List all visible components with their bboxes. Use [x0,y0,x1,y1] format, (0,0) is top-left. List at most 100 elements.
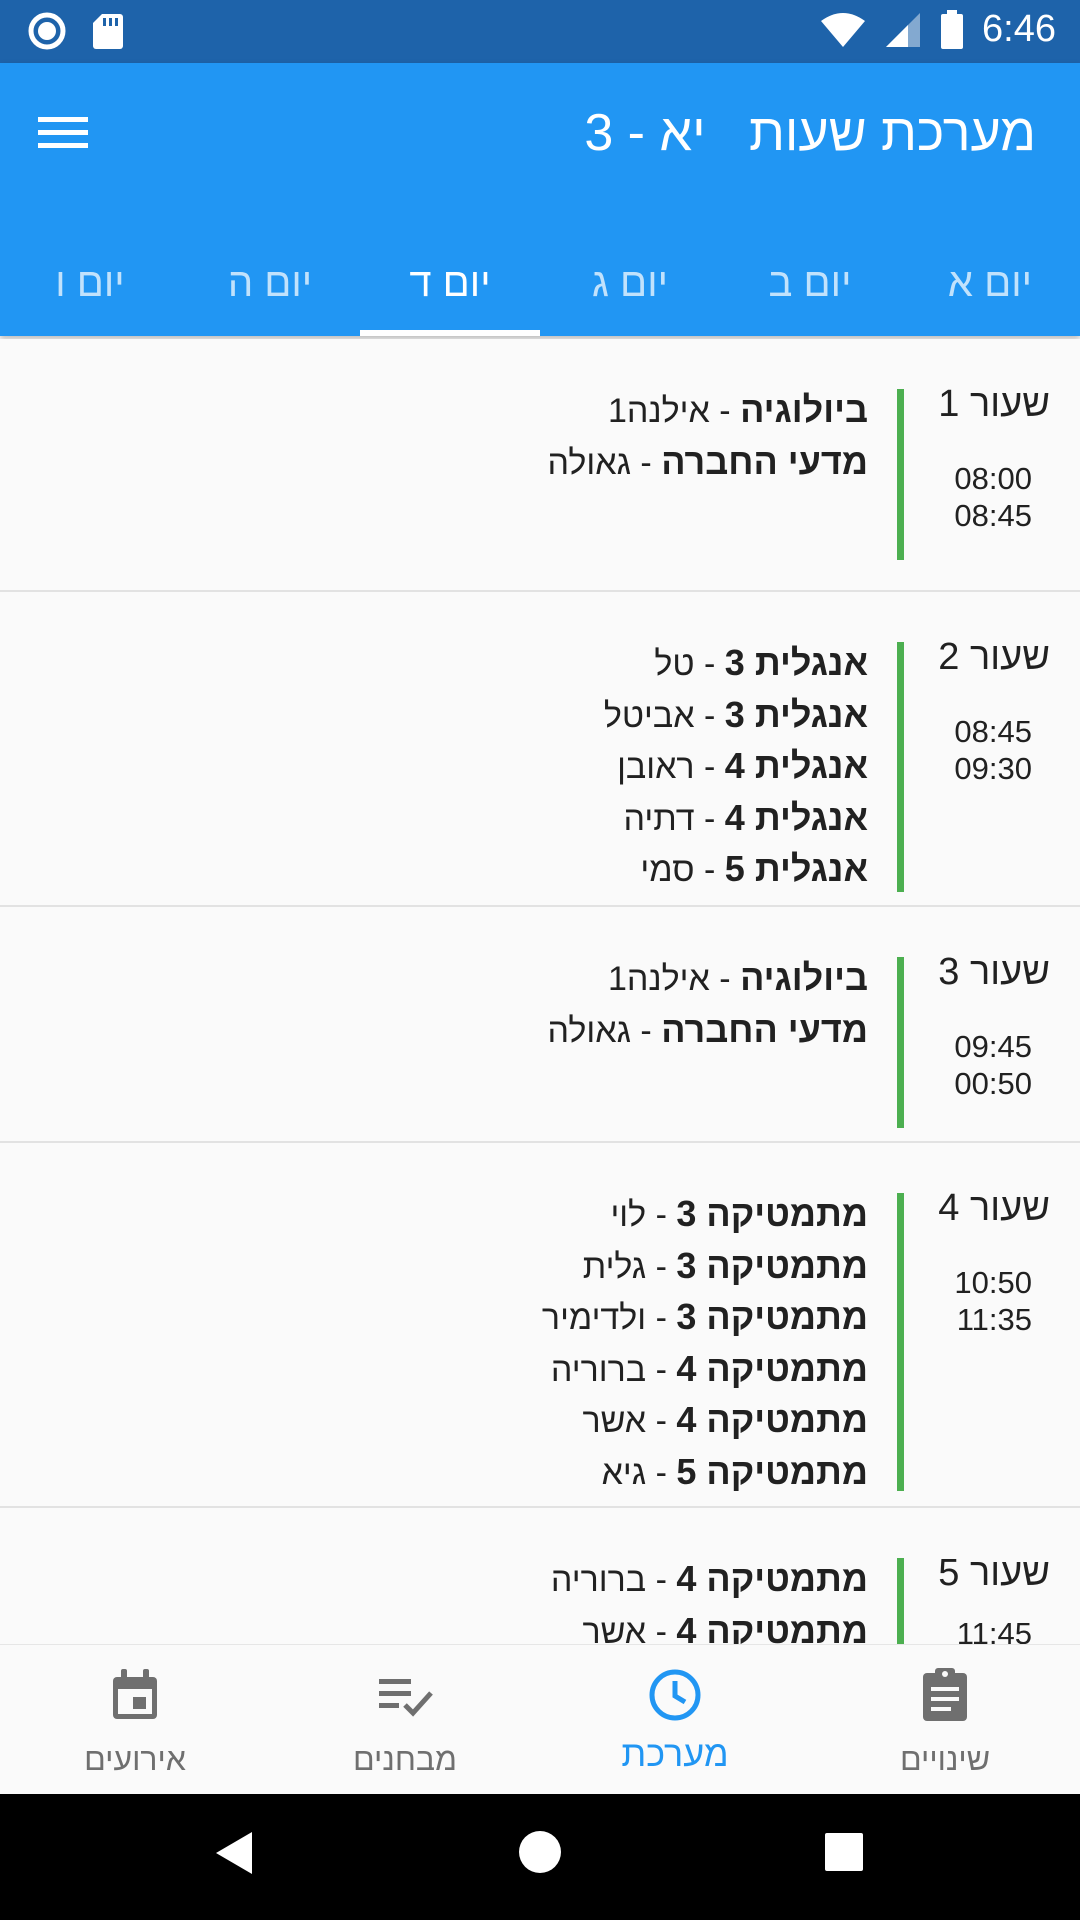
period-end-time: 08:45 [954,498,1032,533]
checklist-icon [379,1679,433,1717]
recents-icon[interactable] [824,1832,864,1872]
lesson-teacher: אילנה1 [607,960,710,998]
cell-signal-icon [886,12,921,47]
tab-day-a[interactable]: יום א [900,238,1080,336]
period-start-time: 08:00 [954,461,1032,496]
period-lessons: מתמטיקה 3 - לוי מתמטיקה 3 - גלית מתמטיקה… [542,1189,868,1499]
lesson-subject: אנגלית 3 [724,693,868,735]
period-indicator-bar [897,957,904,1128]
back-icon[interactable] [212,1828,256,1878]
system-navigation-bar [0,1794,1080,1920]
lesson-subject: ביולוגיה [740,389,868,430]
nav-exams-label: מבחנים [352,1741,457,1777]
day-tabs: יום א יום ב יום ג יום ד יום ה יום ו [0,238,1080,336]
lesson-separator: - [630,1011,662,1050]
menu-button[interactable] [30,105,96,159]
lesson-separator: - [646,1561,677,1599]
lesson-subject: מתמטיקה 4 [676,1347,868,1389]
lesson-item: מתמטיקה 5 - גיא [542,1447,868,1499]
lesson-separator: - [646,1196,677,1234]
lesson-subject: מתמטיקה 4 [676,1558,868,1599]
lesson-separator: - [694,851,725,890]
lesson-teacher: גלית [582,1247,647,1286]
lesson-teacher: אביטל [603,696,695,735]
nav-schedule-label: מערכת [621,1733,729,1774]
lesson-separator: - [694,799,725,838]
lesson-separator: - [646,1350,677,1389]
period-label: שעור 1 [938,383,1050,425]
lesson-separator: - [646,1247,677,1286]
wifi-icon [821,12,866,47]
app-bar: מערכת שעות יא - 3 יום א יום ב יום ג יום … [0,63,1080,336]
lesson-item: מתמטיקה 4 - אשר [551,1606,868,1644]
nav-events[interactable]: אירועים [0,1645,270,1795]
period-end-time: 11:35 [956,1302,1032,1337]
lesson-item: אנגלית 3 - אביטל [604,690,868,742]
schedule-list[interactable]: שעור 1 08:00 08:45 ביולוגיה - אילנה1 מדע… [0,339,1080,1644]
lesson-teacher: טל [654,645,695,683]
lesson-item: ביולוגיה - אילנה1 [548,385,868,437]
lesson-item: ביולוגיה - אילנה1 [548,953,868,1005]
lesson-subject: מתמטיקה 3 [676,1193,868,1234]
lesson-subject: מדעי החברה [661,1008,868,1050]
lesson-subject: מתמטיקה 3 [676,1244,868,1286]
lesson-teacher: אשר [582,1402,647,1441]
lesson-separator: - [709,392,741,430]
period-lessons: אנגלית 3 - טל אנגלית 3 - אביטל אנגלית 4 … [604,638,868,896]
period-indicator-bar [897,389,904,560]
period-start-time: 11:45 [956,1616,1032,1644]
lesson-subject: אנגלית 4 [724,745,868,787]
lesson-teacher: ולדימיר [541,1299,647,1338]
lesson-item: מדעי החברה - גאולה [548,1005,868,1057]
tab-day-c[interactable]: יום ג [540,238,720,336]
nav-events-label: אירועים [84,1741,186,1777]
period-indicator-bar [897,1558,904,1644]
nav-changes-label: שינויים [899,1741,991,1777]
period-end-time: 00:50 [954,1066,1032,1101]
nav-exams[interactable]: מבחנים [270,1645,540,1795]
home-icon[interactable] [518,1830,562,1874]
period-lessons: ביולוגיה - אילנה1 מדעי החברה - גאולה [548,385,868,488]
lesson-item: אנגלית 5 - סמי [604,844,868,896]
bottom-navigation: אירועים מבחנים מערכת שינויים [0,1644,1080,1795]
lesson-item: מתמטיקה 3 - ולדימיר [542,1292,868,1344]
lesson-subject: מתמטיקה 3 [676,1296,868,1338]
lesson-separator: - [630,443,662,482]
lesson-item: מתמטיקה 3 - לוי [542,1189,868,1241]
lesson-teacher: גאולה [547,1011,631,1050]
lesson-subject: מתמטיקה 5 [676,1450,868,1492]
period-row: שעור 1 08:00 08:45 ביולוגיה - אילנה1 מדע… [0,339,1080,592]
clock-icon [649,1669,701,1721]
lesson-separator: - [694,645,725,683]
period-label: שעור 2 [938,636,1050,678]
sd-card-icon [93,14,123,49]
period-label: שעור 3 [938,951,1050,993]
period-start-time: 08:45 [954,714,1032,749]
tab-day-d[interactable]: יום ד [360,238,540,336]
lesson-item: אנגלית 4 - דתיה [604,793,868,845]
page-title: מערכת שעות יא - 3 [584,104,1036,162]
hamburger-menu-icon [38,117,88,148]
period-row: שעור 5 11:45 מתמטיקה 4 - ברוריה מתמטיקה … [0,1508,1080,1644]
battery-icon [941,9,964,49]
lesson-separator: - [646,1299,677,1338]
tab-day-e[interactable]: יום ה [180,238,360,336]
lesson-teacher: אילנה1 [607,392,710,430]
period-indicator-bar [897,1193,904,1491]
lesson-teacher: דתיה [623,799,695,838]
tab-day-b[interactable]: יום ב [720,238,900,336]
lesson-separator: - [646,1402,677,1441]
lesson-item: מתמטיקה 4 - ברוריה [542,1344,868,1396]
period-label: שעור 4 [938,1187,1050,1229]
clipboard-icon [923,1668,967,1721]
tab-day-f[interactable]: יום ו [0,238,180,336]
lesson-subject: אנגלית 3 [724,642,868,683]
nav-changes[interactable]: שינויים [810,1645,1080,1795]
lesson-teacher: גאולה [547,443,631,482]
period-label: שעור 5 [938,1552,1050,1594]
nav-schedule[interactable]: מערכת [540,1645,810,1795]
period-end-time: 09:30 [954,751,1032,786]
period-row: שעור 2 08:45 09:30 אנגלית 3 - טל אנגלית … [0,592,1080,907]
period-start-time: 09:45 [954,1029,1032,1064]
lesson-teacher: גיא [601,1453,647,1492]
